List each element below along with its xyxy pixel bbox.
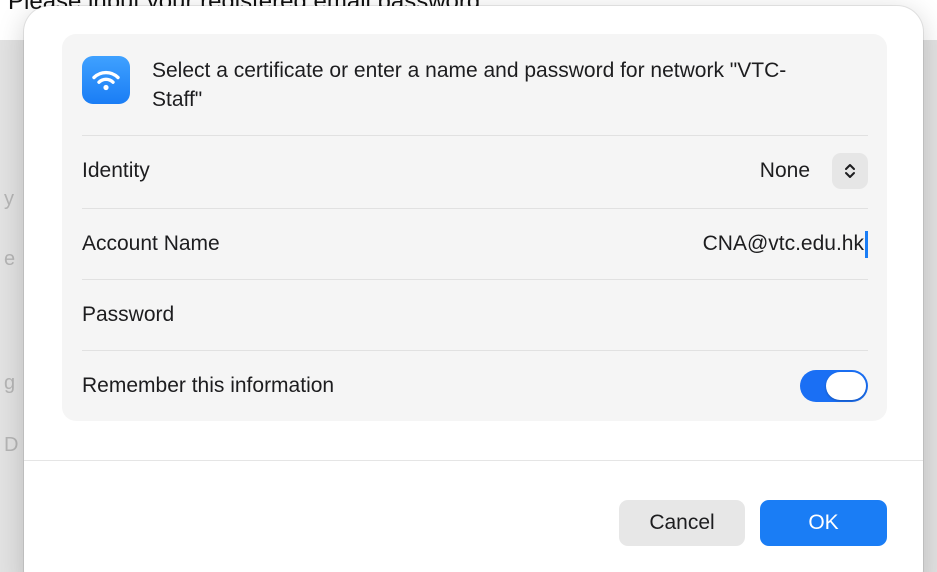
remember-row: Remember this information: [82, 350, 868, 421]
password-field[interactable]: [568, 295, 868, 335]
account-name-field[interactable]: [584, 232, 864, 256]
identity-row: Identity None: [82, 135, 868, 206]
background-text-fragment: e: [4, 248, 16, 270]
background-text-fragment: y: [4, 188, 14, 210]
dialog-message: Select a certificate or enter a name and…: [152, 59, 787, 111]
background-text-fragment: g: [4, 372, 16, 394]
remember-toggle[interactable]: [800, 370, 868, 402]
identity-label: Identity: [82, 159, 150, 182]
network-auth-dialog: Select a certificate or enter a name and…: [24, 6, 923, 572]
password-label: Password: [82, 303, 175, 326]
identity-value: None: [759, 159, 810, 182]
ok-button[interactable]: OK: [760, 500, 887, 546]
background-text-fragment: D: [4, 434, 19, 456]
credentials-form: Select a certificate or enter a name and…: [62, 34, 887, 421]
cancel-button[interactable]: Cancel: [619, 500, 745, 546]
dialog-header: Select a certificate or enter a name and…: [82, 56, 832, 114]
account-name-label: Account Name: [82, 232, 220, 255]
text-cursor: [865, 230, 868, 258]
toggle-knob: [826, 372, 866, 400]
wifi-icon: [82, 56, 130, 104]
password-row: Password: [82, 279, 868, 350]
account-name-row: Account Name: [82, 208, 868, 279]
identity-popup[interactable]: None: [760, 153, 868, 189]
footer-divider: [24, 460, 923, 461]
chevron-up-down-icon[interactable]: [832, 153, 868, 189]
remember-label: Remember this information: [82, 374, 335, 397]
